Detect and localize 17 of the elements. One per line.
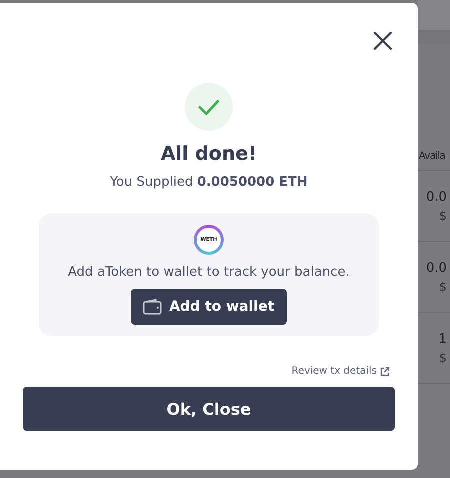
- token-message: Add aToken to wallet to track your balance.: [68, 265, 350, 280]
- add-to-wallet-button[interactable]: Add to wallet: [131, 289, 287, 325]
- close-button[interactable]: [371, 29, 395, 53]
- wallet-icon: [143, 299, 164, 315]
- amount-text: 0.0: [426, 260, 447, 276]
- success-icon: [185, 83, 233, 131]
- usd-text: $: [439, 208, 447, 222]
- amount-text: 1: [438, 332, 447, 346]
- external-link-icon: [380, 366, 390, 376]
- review-link[interactable]: Review tx details: [292, 366, 390, 377]
- close-icon: [373, 31, 393, 51]
- supplied-text: You Supplied 0.0050000 ETH: [110, 175, 308, 190]
- usd-text: $: [439, 350, 447, 364]
- amount-text: 0.0: [426, 190, 447, 204]
- ok-close-button[interactable]: Ok, Close: [23, 387, 395, 431]
- dialog-title: All done!: [160, 143, 258, 165]
- usd-text: $: [439, 280, 447, 294]
